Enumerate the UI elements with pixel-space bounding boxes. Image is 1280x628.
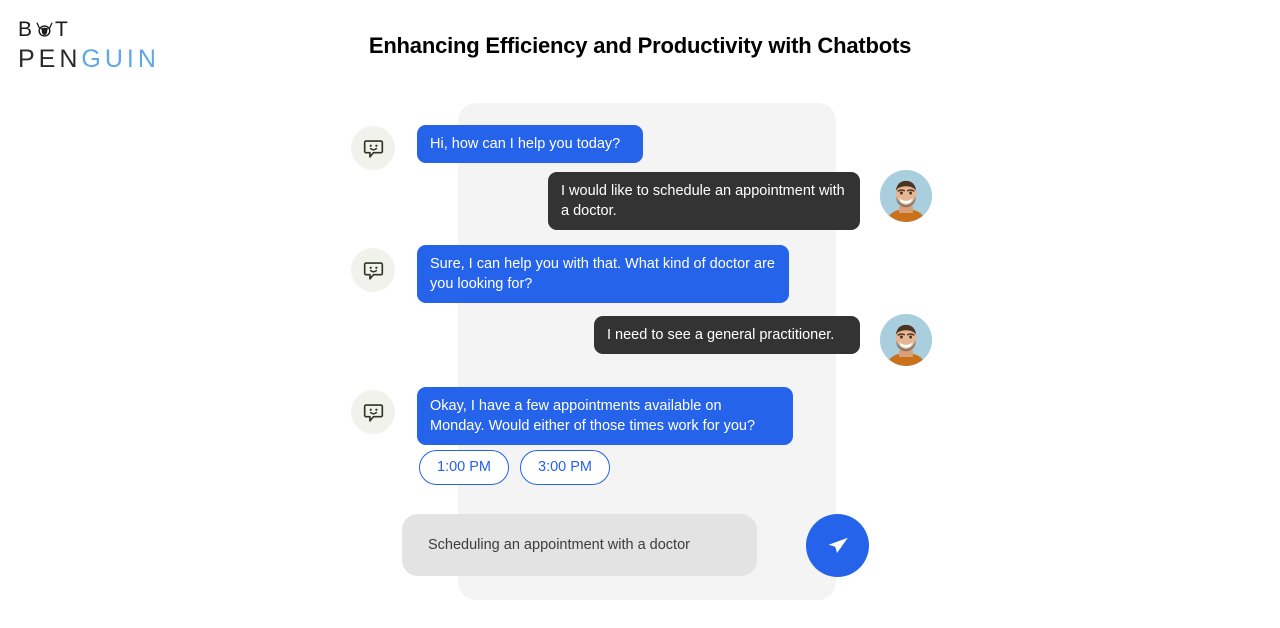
message-input[interactable]: Scheduling an appointment with a doctor [402, 514, 757, 576]
quick-reply-group: 1:00 PM 3:00 PM [419, 450, 610, 485]
bot-avatar [351, 390, 395, 434]
smiley-chat-bubble-icon [362, 259, 385, 282]
chat-bubble-user: I need to see a general practitioner. [594, 316, 860, 354]
bot-avatar [351, 248, 395, 292]
chat-bubble-user: I would like to schedule an appointment … [548, 172, 860, 230]
smiley-chat-bubble-icon [362, 401, 385, 424]
send-button[interactable] [806, 514, 869, 577]
quick-reply-1pm[interactable]: 1:00 PM [419, 450, 509, 485]
chat-bubble-bot: Sure, I can help you with that. What kin… [417, 245, 789, 303]
page-title: Enhancing Efficiency and Productivity wi… [368, 33, 912, 58]
message-input-value: Scheduling an appointment with a doctor [428, 537, 690, 553]
chat-bubble-bot: Hi, how can I help you today? [417, 125, 643, 163]
quick-reply-3pm[interactable]: 3:00 PM [520, 450, 610, 485]
user-avatar [880, 314, 932, 366]
message-row-bot-3: Okay, I have a few appointments availabl… [351, 387, 793, 445]
message-row-bot-2: Sure, I can help you with that. What kin… [351, 245, 789, 303]
message-row-user-1: I would like to schedule an appointment … [548, 170, 932, 230]
message-row-bot-1: Hi, how can I help you today? [351, 125, 643, 170]
message-row-user-2: I need to see a general practitioner. [594, 314, 932, 366]
smiley-chat-bubble-icon [362, 137, 385, 160]
chat-bubble-bot: Okay, I have a few appointments availabl… [417, 387, 793, 445]
paper-plane-icon [824, 531, 851, 561]
bot-avatar [351, 126, 395, 170]
user-avatar [880, 170, 932, 222]
